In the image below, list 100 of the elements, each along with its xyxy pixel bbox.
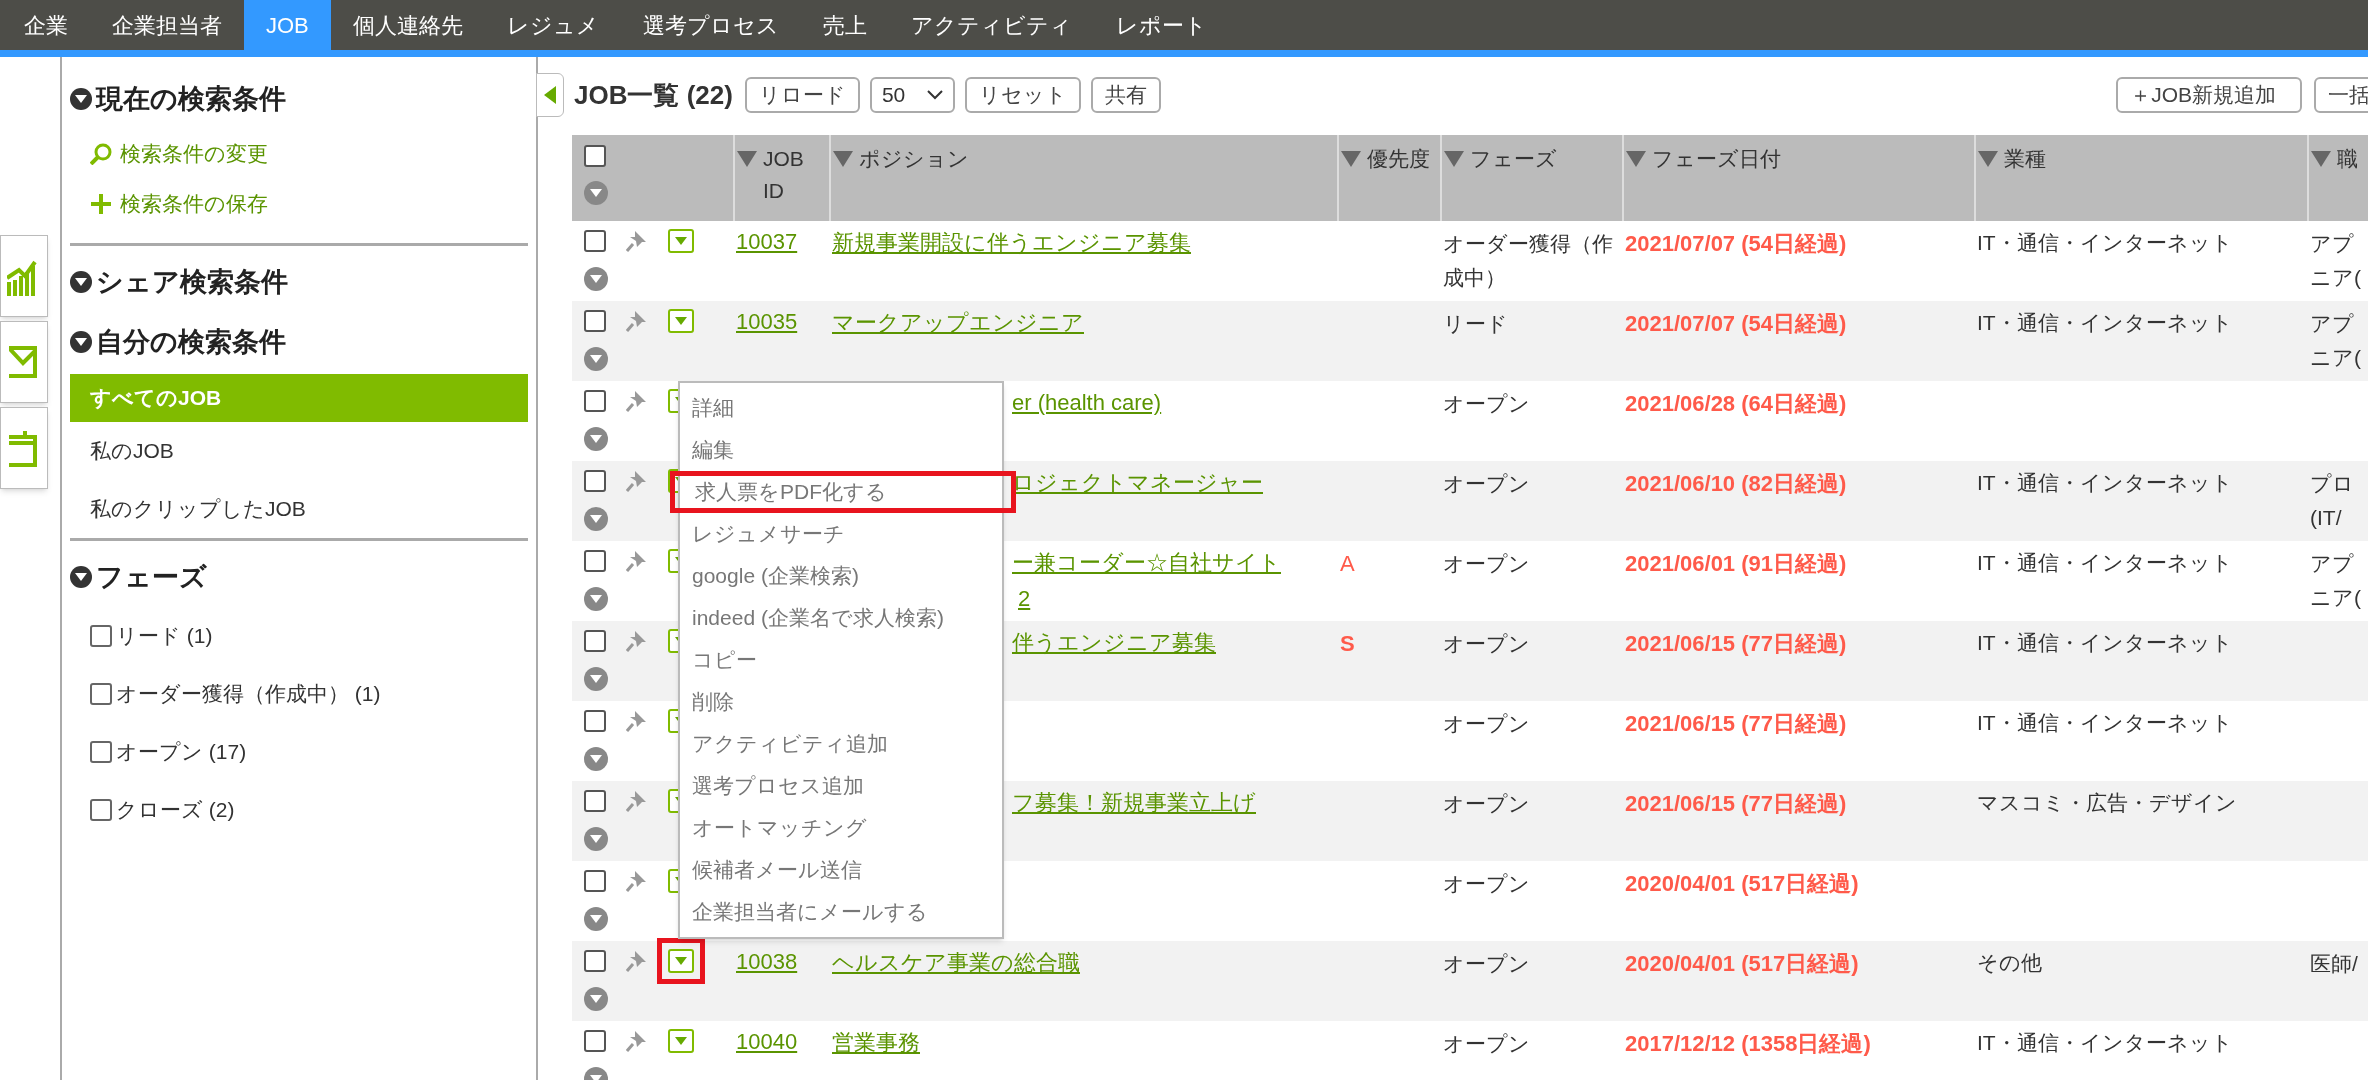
collapse-icon[interactable] [70,331,92,353]
position-link[interactable]: 伴うエンジニア募集 [1012,630,1216,655]
pin-icon[interactable] [626,789,648,813]
sort-icon[interactable] [737,151,757,167]
row-menu-icon[interactable] [584,347,608,371]
dropdown-button[interactable] [668,949,694,973]
search-link[interactable]: 検索条件の保存 [70,179,528,229]
mail-tab[interactable] [0,321,48,403]
menu-item[interactable]: 選考プロセス追加 [680,765,1002,807]
pin-icon[interactable] [626,229,648,253]
pin-icon[interactable] [626,389,648,413]
row-menu-icon[interactable] [584,507,608,531]
sort-icon[interactable] [1444,151,1464,167]
column-header[interactable]: 優先度 [1367,143,1430,175]
position-link[interactable]: er (health care) [1012,390,1162,415]
nav-tab[interactable]: レジュメ [484,0,621,50]
row-checkbox[interactable] [584,310,606,332]
collapse-icon[interactable] [70,88,92,110]
menu-item[interactable]: コピー [680,639,1002,681]
sort-icon[interactable] [1978,151,1998,167]
nav-tab[interactable]: 選考プロセス [620,0,801,50]
menu-item[interactable]: 詳細 [680,387,1002,429]
row-menu-icon[interactable] [584,587,608,611]
job-id-link[interactable]: 10038 [736,949,798,974]
job-id-link[interactable]: 10037 [736,229,798,254]
row-checkbox[interactable] [584,710,606,732]
sort-icon[interactable] [833,151,853,167]
row-checkbox[interactable] [584,870,606,892]
column-header[interactable]: 職 [2337,143,2358,175]
menu-item[interactable]: 編集 [680,429,1002,471]
nav-tab[interactable]: レポート [1093,0,1229,50]
row-menu-icon[interactable] [584,827,608,851]
toolbar-button[interactable]: リロード [744,77,860,113]
row-checkbox[interactable] [584,470,606,492]
search-list-item[interactable]: 私のクリップしたJOB [70,480,528,538]
column-header[interactable]: JOB ID [763,143,827,207]
position-link[interactable]: 営業事務 [832,1030,920,1055]
pin-icon[interactable] [626,469,648,493]
sort-icon[interactable] [1626,151,1646,167]
menu-item[interactable]: 削除 [680,681,1002,723]
search-link[interactable]: 検索条件の変更 [70,129,528,179]
row-menu-icon[interactable] [584,747,608,771]
search-list-item[interactable]: すべてのJOB [70,374,528,422]
phase-checkbox[interactable] [90,683,112,705]
column-header[interactable]: フェーズ日付 [1652,143,1781,175]
pin-icon[interactable] [626,629,648,653]
menu-item[interactable]: アクティビティ追加 [680,723,1002,765]
row-menu-icon[interactable] [584,987,608,1011]
column-header[interactable]: フェーズ [1470,143,1557,175]
position-link[interactable]: 新規事業開設に伴うエンジニア募集 [832,230,1191,255]
job-id-link[interactable]: 10035 [736,309,798,334]
row-checkbox[interactable] [584,145,606,167]
row-checkbox[interactable] [584,950,606,972]
row-menu-icon[interactable] [584,667,608,691]
menu-item[interactable]: indeed (企業名で求人検索) [680,597,1002,639]
toolbar-button[interactable]: ＋JOB新規追加 [2116,77,2302,113]
column-header[interactable]: 業種 [2004,143,2046,175]
menu-item[interactable]: レジュメサーチ [680,513,1002,555]
row-menu-icon[interactable] [584,181,608,205]
pin-icon[interactable] [626,949,648,973]
nav-tab[interactable]: 企業担当者 [90,0,244,50]
position-link[interactable]: フ募集！新規事業立上げ [1012,790,1256,815]
menu-item[interactable]: オートマッチング [680,807,1002,849]
phase-checkbox[interactable] [90,741,112,763]
dropdown-button[interactable] [668,309,694,333]
dropdown-button[interactable] [668,229,694,253]
chart-tab[interactable] [0,235,48,317]
nav-tab[interactable]: アクティビティ [888,0,1094,50]
job-id-link[interactable]: 10040 [736,1029,798,1054]
menu-item[interactable]: 企業担当者にメールする [680,891,1002,933]
position-link[interactable]: ヘルスケア事業の総合職 [832,950,1080,975]
sort-icon[interactable] [1341,151,1361,167]
row-menu-icon[interactable] [584,267,608,291]
calendar-tab[interactable] [0,407,48,489]
phase-checkbox[interactable] [90,625,112,647]
search-list-item[interactable]: 私のJOB [70,422,528,480]
menu-item[interactable]: google (企業検索) [680,555,1002,597]
menu-item[interactable]: 候補者メール送信 [680,849,1002,891]
pin-icon[interactable] [626,869,648,893]
position-link[interactable]: マークアップエンジニア [832,310,1084,335]
column-header[interactable]: ポジション [859,143,969,175]
collapse-icon[interactable] [70,271,92,293]
pin-icon[interactable] [626,1029,648,1053]
nav-tab[interactable]: 売上 [800,0,889,50]
nav-tab[interactable]: 企業 [2,0,90,50]
phase-checkbox[interactable] [90,799,112,821]
pin-icon[interactable] [626,709,648,733]
row-menu-icon[interactable] [584,427,608,451]
pin-icon[interactable] [626,309,648,333]
row-checkbox[interactable] [584,790,606,812]
collapse-icon[interactable] [70,566,92,588]
row-checkbox[interactable] [584,390,606,412]
row-checkbox[interactable] [584,630,606,652]
nav-tab[interactable]: 個人連絡先 [330,0,485,50]
position-link[interactable]: 2 [1012,586,1031,611]
toolbar-button[interactable]: 共有 [1091,77,1162,113]
collapse-button[interactable] [536,73,564,117]
position-link[interactable]: ー兼コーダー☆自社サイト [1012,550,1281,575]
nav-tab[interactable]: JOB [244,0,331,50]
menu-item[interactable]: 求人票をPDF化する [670,471,1016,513]
